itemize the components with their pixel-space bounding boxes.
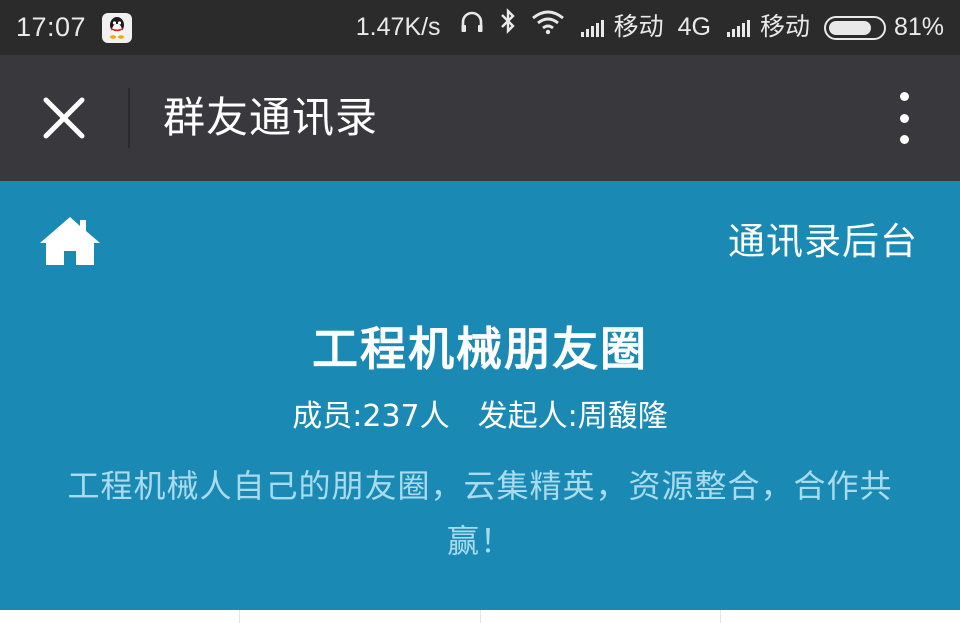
- status-bar: 17:07 1.47K/s 移动 4G 移动 81%: [0, 0, 960, 55]
- home-button[interactable]: [38, 215, 102, 267]
- bluetooth-icon: [499, 0, 517, 55]
- group-description: 工程机械人自己的朋友圈，云集精英，资源整合，合作共赢！: [67, 467, 893, 560]
- more-dot-icon: [899, 113, 909, 123]
- tab-strip: [0, 610, 960, 623]
- more-dot-icon: [899, 92, 909, 101]
- group-meta: 成员:237人 发起人:周馥隆: [0, 391, 960, 435]
- more-menu-button[interactable]: [892, 88, 916, 148]
- home-icon: [40, 217, 100, 265]
- status-left: 17:07: [16, 0, 133, 55]
- tab-item[interactable]: [721, 610, 960, 623]
- founder-label: 发起人:周馥隆: [477, 399, 668, 434]
- tab-item[interactable]: [481, 610, 721, 623]
- status-time: 17:07: [16, 12, 87, 42]
- group-header: 通讯录后台 工程机械朋友圈 成员:237人 发起人:周馥隆 工程机械人自己的朋友圈…: [0, 181, 960, 610]
- close-button[interactable]: [36, 90, 92, 146]
- battery-icon: [823, 15, 886, 40]
- network-speed: 1.47K/s: [355, 13, 441, 41]
- title-bar: 群友通讯录: [0, 55, 960, 181]
- network-type: 4G: [677, 13, 711, 41]
- member-count: 成员:237人: [292, 399, 450, 434]
- headphones-icon: [459, 0, 485, 55]
- tab-item[interactable]: [240, 610, 481, 623]
- title-divider: [128, 88, 130, 148]
- qq-notification-icon: [102, 12, 133, 43]
- carrier-1: 移动: [613, 13, 664, 41]
- close-icon: [43, 97, 85, 139]
- more-dot-icon: [899, 135, 909, 144]
- signal-icon-2: [726, 19, 750, 37]
- carrier-2: 移动: [759, 13, 810, 41]
- page-title: 群友通讯录: [163, 93, 379, 142]
- wifi-icon: [531, 0, 565, 55]
- status-right: 1.47K/s 移动 4G 移动 81%: [356, 0, 944, 55]
- signal-icon-1: [580, 19, 604, 37]
- group-name: 工程机械朋友圈: [312, 322, 648, 376]
- battery-percent: 81%: [893, 13, 944, 41]
- tab-item[interactable]: [0, 610, 241, 623]
- admin-backend-link[interactable]: 通讯录后台: [728, 211, 918, 265]
